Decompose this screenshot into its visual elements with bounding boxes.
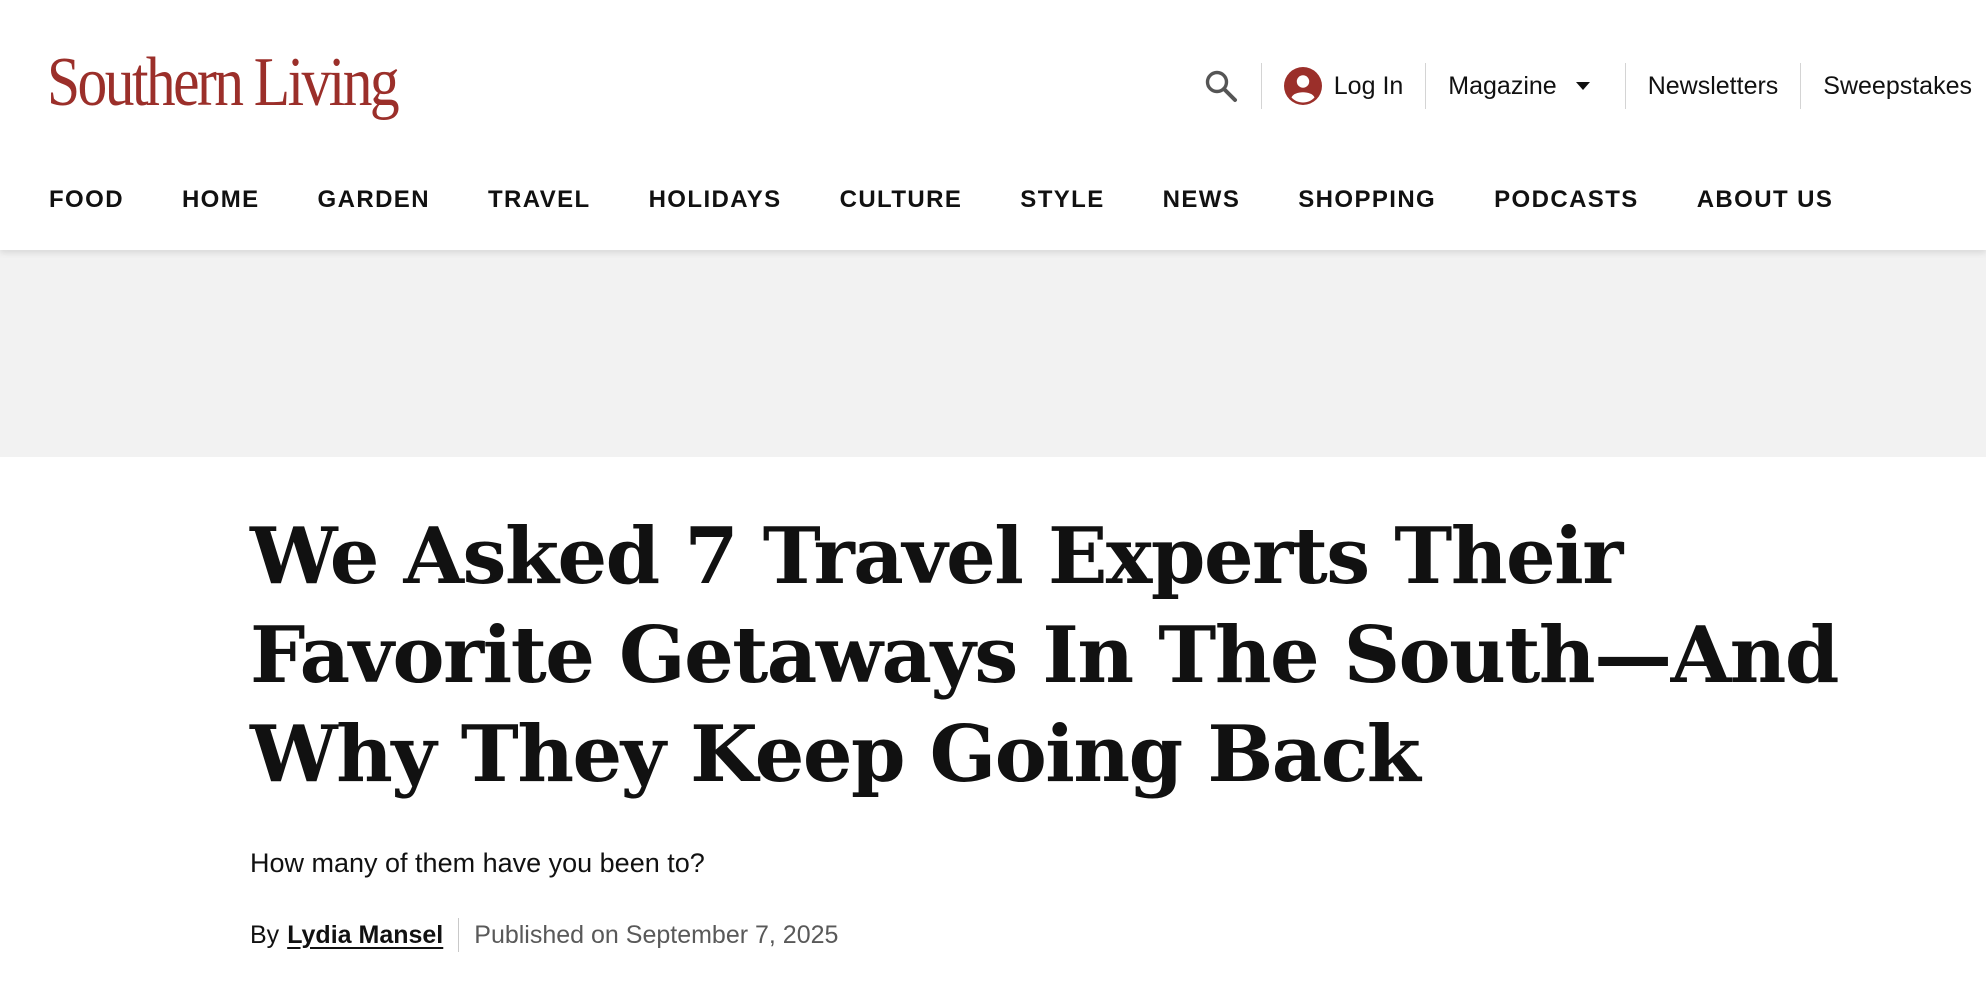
user-circle-icon bbox=[1283, 67, 1322, 105]
nav-item-travel[interactable]: TRAVEL bbox=[488, 186, 591, 214]
sweepstakes-link[interactable]: Sweepstakes bbox=[1801, 60, 1986, 112]
ad-placeholder bbox=[0, 250, 1986, 457]
nav-item-holidays[interactable]: HOLIDAYS bbox=[649, 186, 782, 214]
nav-item-shopping[interactable]: SHOPPING bbox=[1298, 186, 1436, 214]
author-link[interactable]: Lydia Mansel bbox=[287, 917, 443, 953]
article-dek: How many of them have you been to? bbox=[250, 848, 705, 878]
nav-item-home[interactable]: HOME bbox=[182, 186, 260, 214]
nav-item-style[interactable]: STYLE bbox=[1020, 186, 1104, 214]
search-icon bbox=[1205, 70, 1237, 102]
search-button[interactable] bbox=[1195, 60, 1247, 112]
byline-by: By bbox=[250, 921, 280, 949]
byline-divider bbox=[458, 918, 460, 952]
article-header: We Asked 7 Travel Experts Their Favorite… bbox=[250, 507, 1970, 953]
newsletters-link[interactable]: Newsletters bbox=[1626, 60, 1801, 112]
login-label: Log In bbox=[1333, 71, 1404, 100]
magazine-label: Magazine bbox=[1448, 71, 1557, 100]
login-button[interactable]: Log In bbox=[1262, 60, 1426, 112]
main-nav: FOOD HOME GARDEN TRAVEL HOLIDAYS CULTURE… bbox=[49, 180, 1891, 220]
utility-bar: Log In Magazine Newsletters Sweepstakes bbox=[1195, 60, 1986, 112]
nav-item-about-us[interactable]: ABOUT US bbox=[1697, 186, 1834, 214]
caret-down-icon bbox=[1575, 82, 1590, 90]
article-headline: We Asked 7 Travel Experts Their Favorite… bbox=[250, 511, 1839, 800]
site-header: Southern Living Log In Magazine Newslett… bbox=[0, 0, 1986, 250]
nav-item-garden[interactable]: GARDEN bbox=[318, 186, 430, 214]
magazine-dropdown[interactable]: Magazine bbox=[1426, 60, 1624, 112]
published-date: Published on September 7, 2025 bbox=[474, 921, 839, 949]
byline: By Lydia Mansel Published on September 7… bbox=[250, 917, 1970, 953]
nav-item-food[interactable]: FOOD bbox=[49, 186, 124, 214]
site-logo[interactable]: Southern Living bbox=[47, 40, 400, 126]
nav-item-culture[interactable]: CULTURE bbox=[840, 186, 963, 214]
nav-item-podcasts[interactable]: PODCASTS bbox=[1494, 186, 1639, 214]
nav-item-news[interactable]: NEWS bbox=[1163, 186, 1241, 214]
